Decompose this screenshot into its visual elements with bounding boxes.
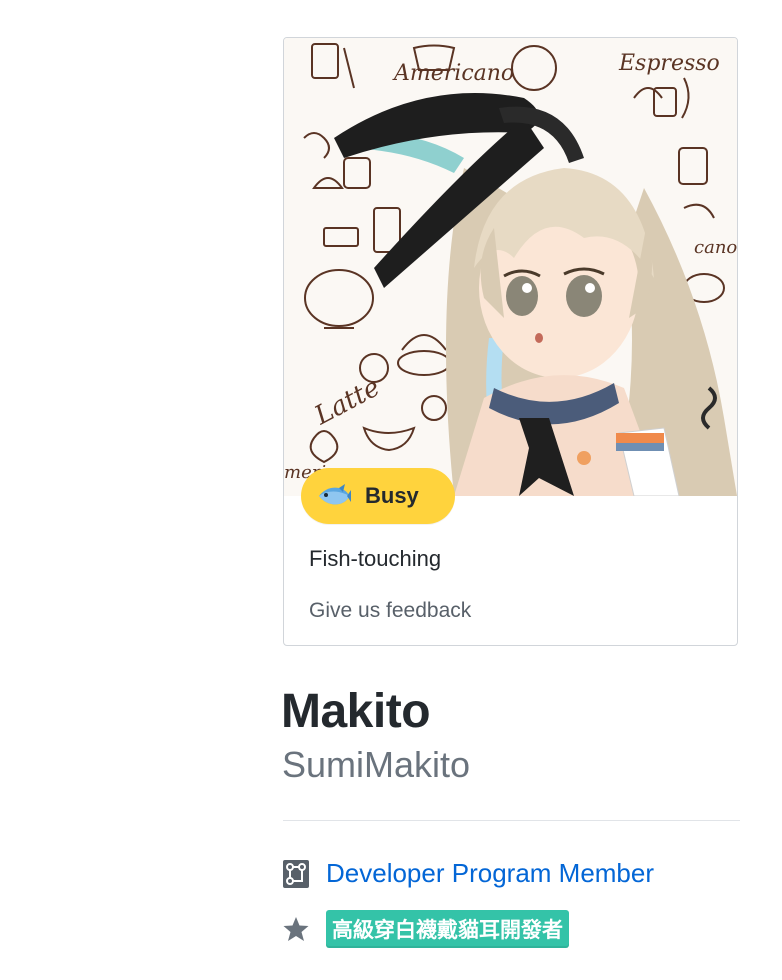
- star-icon: [283, 915, 309, 943]
- status-badge[interactable]: Busy: [301, 468, 455, 524]
- fish-icon: [317, 484, 351, 508]
- profile-username: SumiMakito: [282, 744, 471, 785]
- profile-card: Americano Espresso Latte mericano cano: [283, 37, 738, 646]
- developer-program-icon: [283, 859, 309, 888]
- svg-text:Americano: Americano: [392, 61, 514, 86]
- svg-text:Espresso: Espresso: [618, 51, 720, 76]
- developer-program-badge: Developer Program Member: [283, 858, 654, 889]
- profile-name: Makito: [281, 685, 431, 738]
- avatar[interactable]: Americano Espresso Latte mericano cano: [284, 38, 737, 496]
- status-label: Busy: [365, 483, 419, 508]
- status-message: Fish-touching: [309, 546, 442, 571]
- custom-tag: 高級穿白襪戴貓耳開發者: [326, 910, 569, 948]
- svg-text:cano: cano: [694, 237, 737, 258]
- divider: [283, 820, 740, 821]
- avatar-image: Americano Espresso Latte mericano cano: [284, 38, 737, 496]
- feedback-link[interactable]: Give us feedback: [309, 599, 471, 623]
- custom-tag-row: 高級穿白襪戴貓耳開發者: [283, 910, 569, 948]
- developer-program-link[interactable]: Developer Program Member: [326, 858, 654, 889]
